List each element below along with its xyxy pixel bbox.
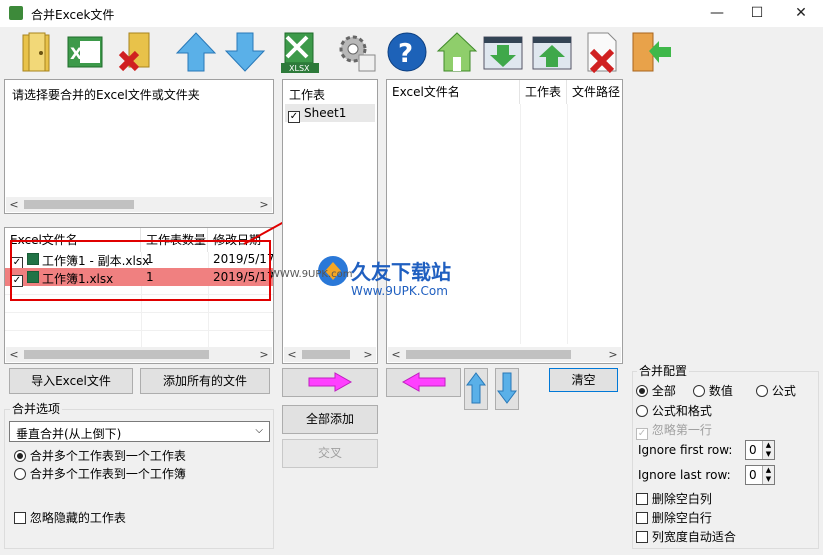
move-down-icon[interactable] (222, 29, 268, 75)
remove-folder-icon[interactable] (115, 29, 161, 75)
watermark-brand: 久友下载站 (351, 260, 451, 284)
exit-icon[interactable] (627, 29, 673, 75)
highlight-box (10, 240, 271, 301)
scroll-thumb[interactable] (406, 350, 571, 359)
move-right-button[interactable] (282, 368, 378, 397)
add-excel-icon[interactable]: X (62, 29, 108, 75)
sheet-list-header: 工作表 (289, 88, 326, 102)
merge-options-title: 合并选项 (10, 400, 63, 417)
result-hscroll[interactable]: < > (388, 347, 621, 362)
col-header-result-path[interactable]: 文件路径 (567, 80, 622, 104)
merge-mode-value: 垂直合并(从上倒下) (16, 427, 122, 441)
svg-text:?: ? (398, 39, 413, 69)
export-xlsx-icon[interactable]: XLSX (277, 29, 323, 75)
move-up-icon[interactable] (173, 29, 219, 75)
delete-empty-rows-checkbox[interactable]: 删除空白行 (636, 509, 712, 526)
scroll-right-icon[interactable]: > (360, 347, 376, 362)
sheet-list-panel[interactable]: 工作表 ✓ Sheet1 < > (282, 79, 378, 364)
radio-values[interactable]: 数值 (693, 382, 733, 399)
sheet-hscroll[interactable]: < > (284, 347, 376, 362)
svg-text:XLSX: XLSX (289, 64, 310, 73)
minimize-button[interactable]: — (702, 3, 732, 23)
radio-one-workbook[interactable]: 合并多个工作表到一个工作簿 (14, 465, 186, 482)
sort-up-button[interactable] (464, 368, 488, 410)
list-item[interactable]: ✓ Sheet1 (285, 104, 375, 123)
scroll-left-icon[interactable]: < (284, 347, 300, 362)
source-tree-panel[interactable]: 请选择要合并的Excel文件或文件夹 < > (4, 79, 274, 214)
autofit-width-checkbox[interactable]: 列宽度自动适合 (636, 528, 736, 545)
arrow-right-icon (308, 372, 353, 392)
source-prompt: 请选择要合并的Excel文件或文件夹 (12, 88, 200, 102)
stepper-down-icon: ▼ (762, 450, 774, 459)
col-header-result-filename[interactable]: Excel文件名 (387, 80, 520, 104)
scroll-thumb[interactable] (24, 350, 209, 359)
scroll-thumb[interactable] (302, 350, 350, 359)
add-all-files-button[interactable]: 添加所有的文件 (140, 368, 270, 394)
import-excel-button[interactable]: 导入Excel文件 (9, 368, 133, 394)
window-title: 合并Excek文件 (31, 8, 115, 22)
maximize-button[interactable]: ☐ (742, 3, 772, 23)
close-button[interactable]: ✕ (786, 3, 816, 23)
arrow-left-icon (401, 372, 445, 392)
help-icon[interactable]: ? (384, 29, 430, 75)
sheet-checkbox[interactable]: ✓ (288, 111, 300, 123)
radio-all[interactable]: 全部 (636, 382, 676, 399)
up-arrow-icon (466, 372, 486, 404)
title-bar: 合并Excek文件 — ☐ ✕ (0, 0, 823, 27)
delete-file-icon[interactable] (578, 29, 624, 75)
clear-button[interactable]: 清空 (549, 368, 618, 392)
col-header-result-sheet[interactable]: 工作表 (520, 80, 567, 104)
merge-config-title: 合并配置 (637, 362, 690, 379)
delete-empty-cols-checkbox[interactable]: 删除空白列 (636, 490, 712, 507)
ignore-first-row-stepper[interactable]: 0 ▲ ▼ (745, 440, 775, 460)
home-icon[interactable] (434, 29, 480, 75)
stepper-up-icon: ▲ (762, 441, 774, 450)
app-icon (9, 6, 23, 20)
watermark-side: WWW.9UPK.com (270, 269, 353, 280)
file-table-hscroll[interactable]: < > (6, 347, 272, 362)
scroll-left-icon[interactable]: < (6, 347, 22, 362)
stepper-down-icon: ▼ (762, 475, 774, 484)
scroll-left-icon[interactable]: < (388, 347, 404, 362)
cross-button[interactable]: 交叉 (282, 439, 378, 468)
import-list-icon[interactable] (480, 29, 526, 75)
settings-icon[interactable] (333, 29, 379, 75)
ignore-last-row-label: Ignore last row: (638, 468, 731, 482)
result-table[interactable]: Excel文件名 工作表 文件路径 < > (386, 79, 623, 364)
scroll-left-icon[interactable]: < (6, 197, 22, 212)
ignore-first-row-label: Ignore first row: (638, 443, 733, 457)
svg-text:X: X (70, 44, 83, 63)
radio-formula-format[interactable]: 公式和格式 (636, 402, 712, 419)
ignore-first-row-checkbox[interactable]: ✓ 忽略第一行 (636, 421, 712, 440)
move-left-button[interactable] (386, 368, 461, 397)
open-folder-icon[interactable] (15, 29, 61, 75)
ignore-hidden-checkbox[interactable]: 忽略隐藏的工作表 (14, 509, 126, 526)
source-hscroll[interactable]: < > (6, 197, 272, 212)
ignore-last-row-stepper[interactable]: 0 ▲ ▼ (745, 465, 775, 485)
scroll-right-icon[interactable]: > (605, 347, 621, 362)
sheet-name: Sheet1 (304, 106, 347, 120)
add-all-button[interactable]: 全部添加 (282, 405, 378, 434)
watermark-url: Www.9UPK.Com (351, 284, 448, 298)
export-list-icon[interactable] (529, 29, 575, 75)
sort-down-button[interactable] (495, 368, 519, 410)
radio-formula[interactable]: 公式 (756, 382, 796, 399)
merge-mode-select[interactable]: 垂直合并(从上倒下) ⌵ (9, 421, 270, 442)
scroll-thumb[interactable] (24, 200, 134, 209)
stepper-up-icon: ▲ (762, 466, 774, 475)
down-arrow-icon (497, 372, 517, 404)
scroll-right-icon[interactable]: > (256, 347, 272, 362)
chevron-down-icon: ⌵ (255, 425, 263, 436)
toolbar: X XLSX ? (0, 27, 823, 79)
radio-one-sheet[interactable]: 合并多个工作表到一个工作表 (14, 447, 186, 464)
